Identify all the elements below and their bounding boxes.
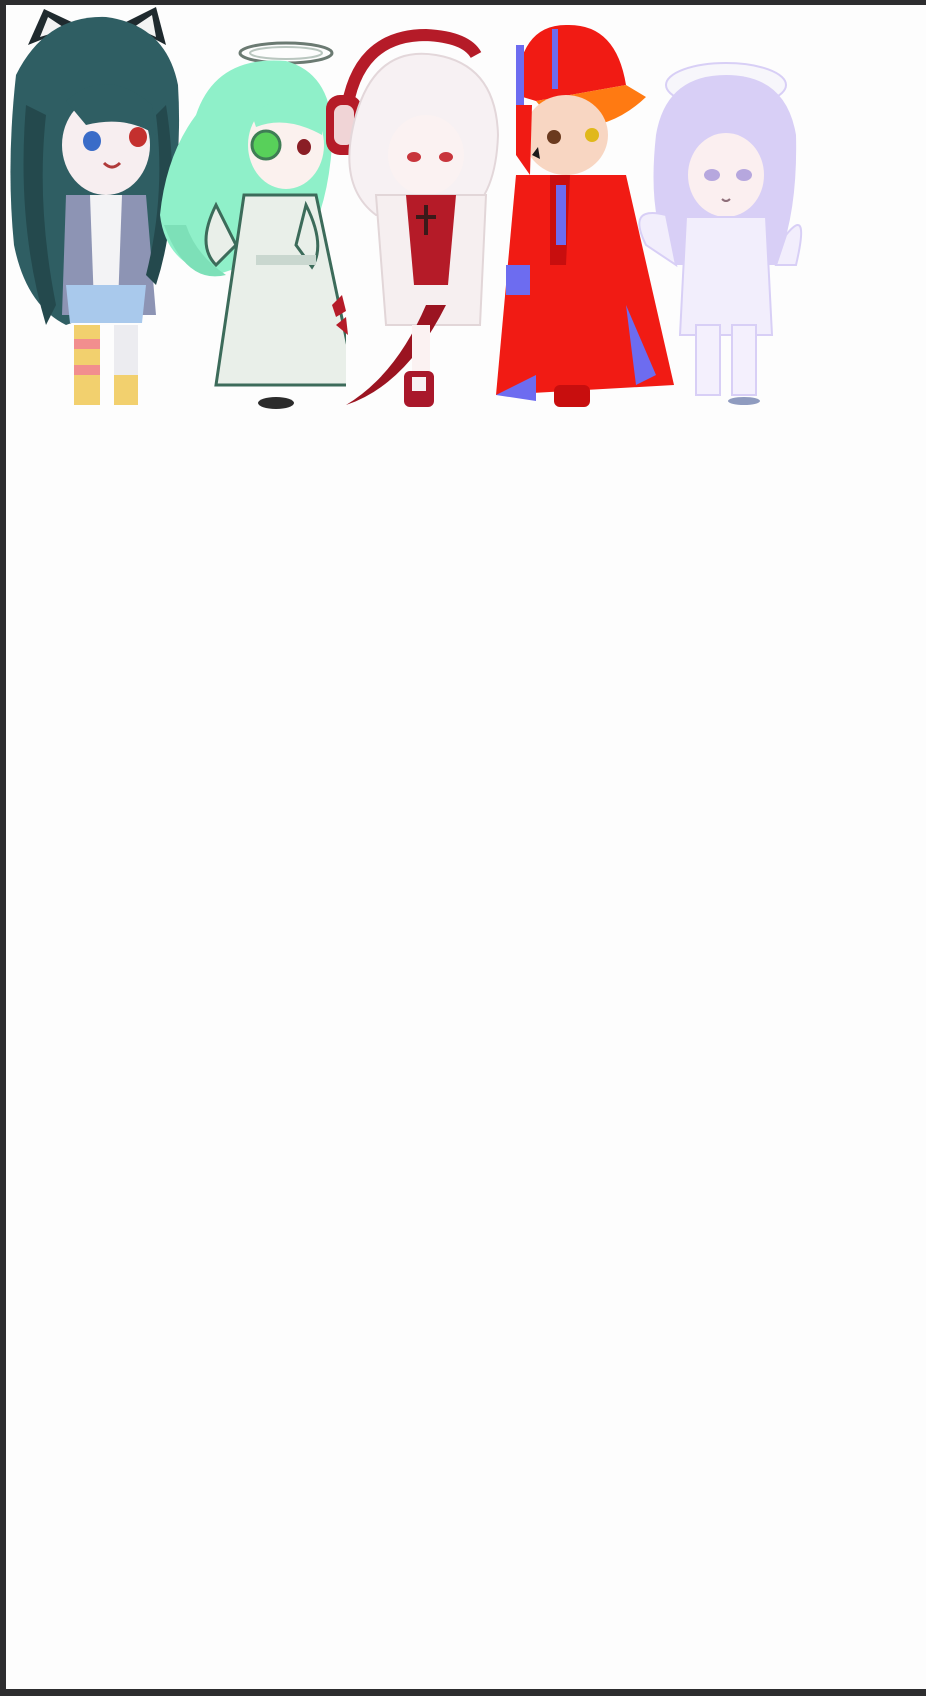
drawing-canvas[interactable] [6, 5, 926, 1689]
character-3-headphones [316, 5, 516, 445]
character-figure-icon [638, 62, 803, 405]
character-figure-icon [326, 28, 500, 407]
character-lineup [6, 5, 926, 445]
character-5-lavender-girl [626, 5, 806, 445]
app-frame [0, 0, 926, 1696]
